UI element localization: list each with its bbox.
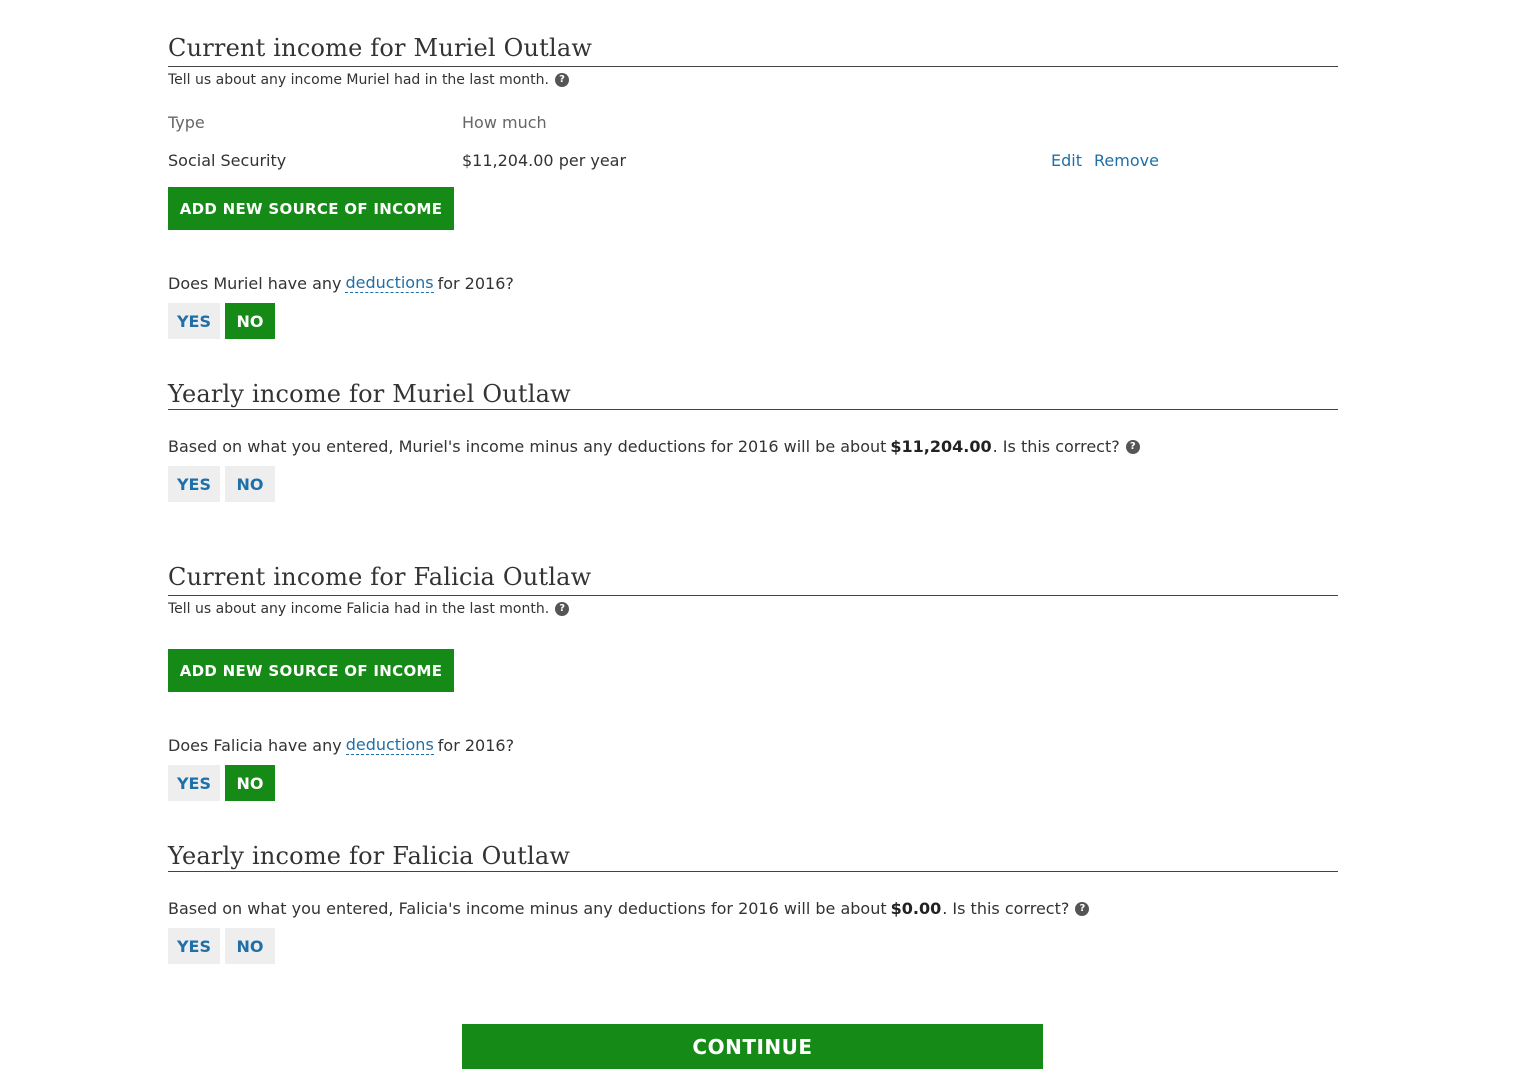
income-type: Social Security [168,151,287,170]
question-circle-icon[interactable]: ? [554,73,569,87]
falicia-current-income-heading: Current income for Falicia Outlaw [168,563,592,591]
muriel-deductions-choice: YES NO [168,303,275,339]
muriel-yearly-choice: YES NO [168,466,275,502]
muriel-deductions-yes-button[interactable]: YES [168,303,220,339]
muriel-deductions-question: Does Muriel have any deductions for 2016… [168,274,514,293]
confirm-text: Based on what you entered, Falicia's inc… [168,899,887,918]
falicia-add-income-button[interactable]: ADD NEW SOURCE OF INCOME [168,649,454,692]
yearly-amount: $0.00 [890,899,942,918]
falicia-deductions-choice: YES NO [168,765,275,801]
section-divider [168,871,1338,872]
continue-button[interactable]: CONTINUE [462,1024,1043,1069]
muriel-yearly-yes-button[interactable]: YES [168,466,220,502]
yearly-amount: $11,204.00 [890,437,992,456]
question-circle-icon[interactable]: ? [1075,901,1090,916]
muriel-add-income-button[interactable]: ADD NEW SOURCE OF INCOME [168,187,454,230]
muriel-deductions-no-button[interactable]: NO [225,303,275,339]
column-header-type: Type [168,113,205,132]
deductions-link[interactable]: deductions [345,274,434,293]
confirm-text: Based on what you entered, Muriel's inco… [168,437,887,456]
section-divider [168,66,1338,67]
remove-income-link[interactable]: Remove [1094,151,1159,170]
question-text: Does Falicia have any [168,736,342,755]
falicia-yearly-confirm-text: Based on what you entered, Falicia's inc… [168,899,1090,918]
muriel-yearly-income-heading: Yearly income for Muriel Outlaw [168,380,571,408]
falicia-current-income-subtext: Tell us about any income Falicia had in … [168,601,570,617]
confirm-question: . Is this correct? [992,437,1120,456]
question-circle-icon[interactable]: ? [555,602,570,616]
column-header-how-much: How much [462,113,547,132]
muriel-yearly-confirm-text: Based on what you entered, Muriel's inco… [168,437,1140,456]
income-amount: $11,204.00 per year [462,151,627,170]
muriel-current-income-heading: Current income for Muriel Outlaw [168,34,593,62]
edit-income-link[interactable]: Edit [1051,151,1082,170]
question-text: for 2016? [437,736,515,755]
falicia-yearly-no-button[interactable]: NO [225,928,275,964]
muriel-current-income-subtext: Tell us about any income Muriel had in t… [168,72,569,88]
question-text: for 2016? [437,274,514,293]
muriel-yearly-no-button[interactable]: NO [225,466,275,502]
question-text: Does Muriel have any [168,274,342,293]
confirm-question: . Is this correct? [942,899,1070,918]
falicia-yearly-yes-button[interactable]: YES [168,928,220,964]
section-divider [168,595,1338,596]
falicia-deductions-no-button[interactable]: NO [225,765,275,801]
subtext-label: Tell us about any income Muriel had in t… [168,72,549,88]
subtext-label: Tell us about any income Falicia had in … [168,601,550,617]
falicia-yearly-choice: YES NO [168,928,275,964]
deductions-link[interactable]: deductions [345,736,434,755]
question-circle-icon[interactable]: ? [1125,439,1140,454]
section-divider [168,409,1338,410]
falicia-yearly-income-heading: Yearly income for Falicia Outlaw [168,842,571,870]
falicia-deductions-question: Does Falicia have any deductions for 201… [168,736,514,755]
falicia-deductions-yes-button[interactable]: YES [168,765,220,801]
